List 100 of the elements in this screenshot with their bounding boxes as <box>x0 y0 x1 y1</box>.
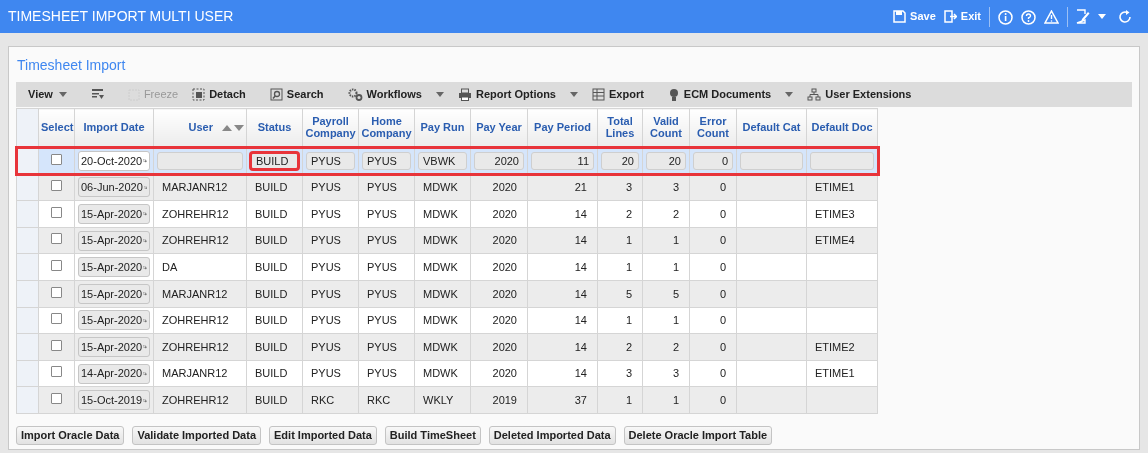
column-header[interactable]: Valid Count <box>642 108 690 148</box>
date-field[interactable]: 15-Apr-2020 <box>78 283 150 304</box>
column-header[interactable]: Pay Year <box>470 108 528 148</box>
hierarchy-icon <box>807 88 822 101</box>
table-cell: 1 <box>672 260 679 273</box>
table-cell: 3 <box>625 181 632 194</box>
checkbox[interactable] <box>51 313 62 325</box>
warning-icon[interactable] <box>1044 10 1059 25</box>
input-field[interactable] <box>810 151 874 170</box>
action-button[interactable]: Delete Oracle Import Table <box>623 425 773 445</box>
refresh-icon[interactable] <box>1118 10 1132 25</box>
checkbox[interactable] <box>51 233 62 245</box>
table-cell: 1 <box>672 314 679 327</box>
action-button[interactable]: Build TimeSheet <box>384 425 481 445</box>
checkbox[interactable] <box>51 286 62 298</box>
filter-icon <box>90 88 104 101</box>
checkbox[interactable] <box>51 392 62 404</box>
column-header[interactable]: Status <box>246 108 303 148</box>
input-field[interactable]: 0 <box>693 151 733 170</box>
input-field[interactable]: PYUS <box>362 151 411 170</box>
table-cell: ZOHREHR12 <box>162 393 229 406</box>
report-options-menu[interactable]: Report Options <box>451 86 584 103</box>
caret-icon <box>435 92 444 99</box>
detach-icon <box>192 88 206 101</box>
input-field[interactable]: 2020 <box>474 151 524 170</box>
date-field[interactable]: 15-Apr-2020 <box>78 230 150 251</box>
table-cell: PYUS <box>367 287 397 300</box>
action-button[interactable]: Validate Imported Data <box>132 425 261 445</box>
table-cell: 2020 <box>492 234 517 247</box>
detach-button[interactable]: Detach <box>186 86 252 103</box>
input-field[interactable] <box>740 151 803 170</box>
checkbox[interactable] <box>51 180 62 192</box>
info-icon[interactable] <box>998 9 1013 25</box>
column-header[interactable]: Import Date <box>74 108 154 148</box>
column-header[interactable]: Error Count <box>689 108 737 148</box>
edit-icon[interactable] <box>1076 9 1090 24</box>
table-cell: PYUS <box>311 367 341 380</box>
date-field[interactable]: 15-Oct-2019 <box>78 390 150 411</box>
table-cell: MDWK <box>423 340 458 353</box>
input-field[interactable]: PYUS <box>306 151 355 170</box>
checkbox[interactable] <box>51 259 62 271</box>
help-icon[interactable] <box>1021 9 1036 25</box>
table-cell: 0 <box>719 367 726 380</box>
table-cell: 0 <box>719 234 726 247</box>
caret-icon[interactable] <box>1098 13 1106 20</box>
column-header[interactable]: Payroll Company <box>302 108 359 148</box>
table-cell: PYUS <box>367 260 397 273</box>
table-cell: MDWK <box>423 287 458 300</box>
action-button[interactable]: Import Oracle Data <box>16 425 125 445</box>
column-header[interactable]: Pay Period <box>527 108 598 148</box>
input-field[interactable] <box>157 151 243 170</box>
table-cell: 14 <box>574 314 587 327</box>
table-cell: 2020 <box>492 340 517 353</box>
table-cell: ETIME1 <box>815 181 855 194</box>
checkbox[interactable] <box>51 366 62 378</box>
table-cell: PYUS <box>367 340 397 353</box>
table-cell: BUILD <box>255 314 288 327</box>
table-cell: 1 <box>625 314 632 327</box>
table-cell: 0 <box>719 393 726 406</box>
column-header[interactable]: Pay Run <box>414 108 471 148</box>
export-button[interactable]: Export <box>586 86 650 103</box>
date-field[interactable]: 06-Jun-2020 <box>78 177 150 198</box>
column-header[interactable]: Total Lines <box>597 108 643 148</box>
column-header[interactable]: User <box>153 108 247 148</box>
table-cell: 14 <box>574 260 587 273</box>
date-field[interactable]: 15-Apr-2020 <box>78 336 150 357</box>
workflows-menu[interactable]: Workflows <box>341 86 450 103</box>
save-button[interactable]: Save <box>889 8 940 25</box>
spreadsheet-icon <box>592 88 605 101</box>
column-header[interactable]: Default Doc <box>806 108 878 148</box>
input-field[interactable]: 20 <box>646 151 686 170</box>
checkbox[interactable] <box>51 206 62 218</box>
input-field[interactable]: 11 <box>531 151 594 170</box>
date-field[interactable]: 15-Apr-2020 <box>78 257 150 278</box>
action-button[interactable]: Deleted Imported Data <box>488 425 616 445</box>
view-menu[interactable]: View <box>22 86 73 103</box>
table-cell: MARJANR12 <box>162 287 228 300</box>
table-cell: 2020 <box>492 314 517 327</box>
input-field[interactable]: BUILD <box>250 151 299 170</box>
date-field[interactable]: 14-Apr-2020 <box>78 363 150 384</box>
table-cell: RKC <box>311 393 335 406</box>
column-header[interactable]: Default Cat <box>736 108 807 148</box>
input-field[interactable]: 20 <box>601 151 639 170</box>
user-extensions-button[interactable]: User Extensions <box>801 86 918 103</box>
column-header[interactable]: Home Company <box>358 108 415 148</box>
table-cell: 0 <box>719 207 726 220</box>
date-field[interactable]: 15-Apr-2020 <box>78 204 150 224</box>
table-cell: PYUS <box>311 181 341 194</box>
date-field[interactable]: 15-Apr-2020 <box>78 310 150 331</box>
date-field[interactable]: 20-Oct-2020 <box>78 150 150 171</box>
action-button[interactable]: Edit Imported Data <box>269 425 377 445</box>
checkbox[interactable] <box>51 153 62 165</box>
ecm-documents-menu[interactable]: ECM Documents <box>661 86 800 103</box>
table-cell: 3 <box>625 367 632 380</box>
search-button[interactable]: Search <box>263 86 330 103</box>
table-cell: 5 <box>625 287 632 300</box>
checkbox[interactable] <box>51 339 62 351</box>
input-field[interactable]: VBWK <box>418 151 467 170</box>
exit-button[interactable]: Exit <box>939 8 985 25</box>
table-cell: 14 <box>574 367 587 380</box>
